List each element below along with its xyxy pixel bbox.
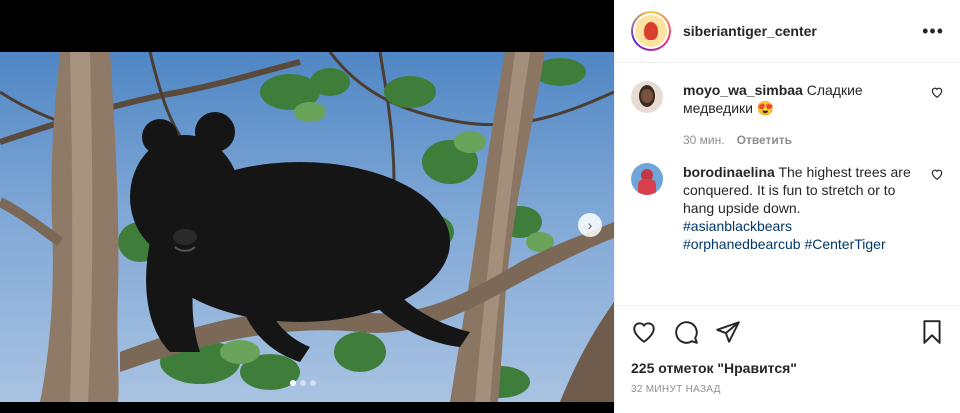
hashtag-link[interactable]: #orphanedbearcub <box>683 236 801 252</box>
bookmark-icon[interactable] <box>919 319 945 345</box>
reply-button[interactable]: Ответить <box>737 131 792 149</box>
likes-count[interactable]: 225 отметок "Нравится" <box>631 360 945 376</box>
bear-in-tree-image <box>0 52 614 402</box>
post-media: › <box>0 0 614 413</box>
post-actions: 225 отметок "Нравится" 32 МИНУТ НАЗАД <box>615 305 960 395</box>
post-header: siberiantiger_center ••• <box>615 0 960 63</box>
comment-item: borodinaelina The highest trees are conq… <box>631 163 944 253</box>
comment-time: 30 мин. <box>683 133 725 147</box>
carousel-dot <box>310 380 316 386</box>
share-icon[interactable] <box>715 319 741 345</box>
instagram-post: › siberiantiger_center ••• moyo_wa_simba <box>0 0 960 413</box>
hashtag-link[interactable]: #asianblackbears <box>683 218 792 234</box>
commenter-avatar[interactable] <box>631 81 663 113</box>
heart-icon[interactable] <box>930 85 944 99</box>
comment-username[interactable]: moyo_wa_simbaa <box>683 82 803 98</box>
carousel-indicator <box>290 380 316 386</box>
commenter-avatar[interactable] <box>631 163 663 195</box>
comments-list: moyo_wa_simbaa Сладкие медведики 😍 30 ми… <box>615 63 960 305</box>
comment-username[interactable]: borodinaelina <box>683 164 775 180</box>
account-username[interactable]: siberiantiger_center <box>683 23 817 39</box>
post-timestamp[interactable]: 32 МИНУТ НАЗАД <box>631 384 945 395</box>
like-heart-icon[interactable] <box>631 319 657 345</box>
more-options-icon[interactable]: ••• <box>922 21 944 42</box>
carousel-next-button[interactable]: › <box>578 213 602 237</box>
comment-icon[interactable] <box>673 319 699 345</box>
post-photo[interactable] <box>0 52 614 402</box>
account-avatar[interactable] <box>631 11 671 51</box>
post-sidebar: siberiantiger_center ••• moyo_wa_simbaa … <box>614 0 960 413</box>
carousel-dot <box>290 380 296 386</box>
heart-icon[interactable] <box>930 167 944 181</box>
hashtag-link[interactable]: #CenterTiger <box>804 236 885 252</box>
action-icons <box>631 318 945 346</box>
carousel-dot <box>300 380 306 386</box>
comment-item: moyo_wa_simbaa Сладкие медведики 😍 30 ми… <box>631 81 944 149</box>
chevron-right-icon: › <box>587 217 593 233</box>
